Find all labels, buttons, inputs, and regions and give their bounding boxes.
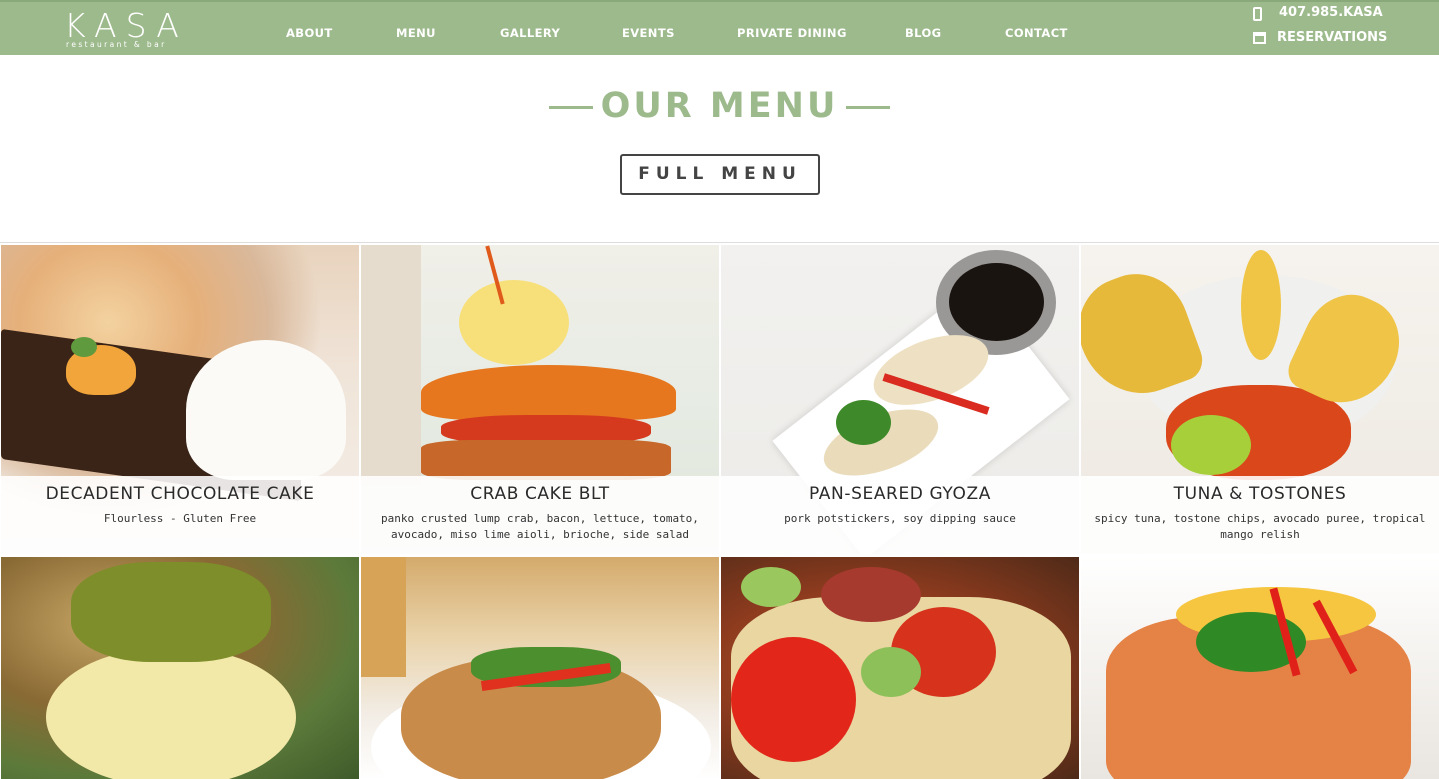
title-right-rule xyxy=(846,106,890,109)
grid-divider xyxy=(0,242,1439,243)
menu-tile-calamari-salad[interactable] xyxy=(361,557,719,779)
reservations-label: RESERVATIONS xyxy=(1277,30,1388,45)
title-left-rule xyxy=(549,106,593,109)
menu-tile-gyoza[interactable]: PAN-SEARED GYOZA pork potstickers, soy d… xyxy=(721,245,1079,554)
menu-item-description: pork potstickers, soy dipping sauce xyxy=(784,512,1016,525)
menu-caption: TUNA & TOSTONES spicy tuna, tostone chip… xyxy=(1081,476,1439,554)
reservations-link[interactable]: RESERVATIONS xyxy=(1253,29,1433,49)
nav-menu[interactable]: MENU xyxy=(396,26,436,40)
menu-caption: CRAB CAKE BLT panko crusted lump crab, b… xyxy=(361,476,719,554)
menu-tile-burger[interactable] xyxy=(1,557,359,779)
burger-photo xyxy=(1,557,359,779)
menu-caption: DECADENT CHOCOLATE CAKE Flourless - Glut… xyxy=(1,476,359,554)
menu-caption: PAN-SEARED GYOZA pork potstickers, soy d… xyxy=(721,476,1079,554)
phone-number: 407.985.KASA xyxy=(1279,5,1383,20)
nav-private-dining[interactable]: PRIVATE DINING xyxy=(737,26,847,40)
menu-item-description: spicy tuna, tostone chips, avocado puree… xyxy=(1094,512,1426,541)
logo-subtext: restaurant & bar xyxy=(66,40,167,49)
bruschetta-photo xyxy=(721,557,1079,779)
phone-link[interactable]: 407.985.KASA xyxy=(1253,4,1423,24)
page-title: OUR MENU xyxy=(600,86,839,126)
section-title-wrap: OUR MENU xyxy=(0,84,1439,128)
menu-item-title: DECADENT CHOCOLATE CAKE xyxy=(45,484,315,504)
menu-item-title: PAN-SEARED GYOZA xyxy=(809,484,991,504)
nav-about[interactable]: ABOUT xyxy=(286,26,333,40)
nav-blog[interactable]: BLOG xyxy=(905,26,942,40)
menu-item-title: TUNA & TOSTONES xyxy=(1173,484,1347,504)
menu-item-description: Flourless - Gluten Free xyxy=(103,512,257,525)
menu-item-description: panko crusted lump crab, bacon, lettuce,… xyxy=(381,512,699,541)
full-menu-button[interactable]: FULL MENU xyxy=(620,154,820,195)
calendar-icon xyxy=(1253,32,1266,44)
menu-tile-salmon[interactable] xyxy=(1081,557,1439,779)
logo[interactable]: KASA restaurant & bar xyxy=(64,6,188,49)
menu-tile-bruschetta[interactable] xyxy=(721,557,1079,779)
menu-tile-chocolate-cake[interactable]: DECADENT CHOCOLATE CAKE Flourless - Glut… xyxy=(1,245,359,554)
logo-text: KASA xyxy=(64,6,188,45)
menu-tile-crab-cake-blt[interactable]: CRAB CAKE BLT panko crusted lump crab, b… xyxy=(361,245,719,554)
menu-item-title: CRAB CAKE BLT xyxy=(470,484,610,504)
menu-tile-tuna-tostones[interactable]: TUNA & TOSTONES spicy tuna, tostone chip… xyxy=(1081,245,1439,554)
nav-gallery[interactable]: GALLERY xyxy=(500,26,560,40)
calamari-salad-photo xyxy=(361,557,719,779)
salmon-photo xyxy=(1081,557,1439,779)
nav-contact[interactable]: CONTACT xyxy=(1005,26,1068,40)
site-header: KASA restaurant & bar ABOUT MENU GALLERY… xyxy=(0,0,1439,55)
phone-icon xyxy=(1253,7,1262,21)
nav-events[interactable]: EVENTS xyxy=(622,26,675,40)
